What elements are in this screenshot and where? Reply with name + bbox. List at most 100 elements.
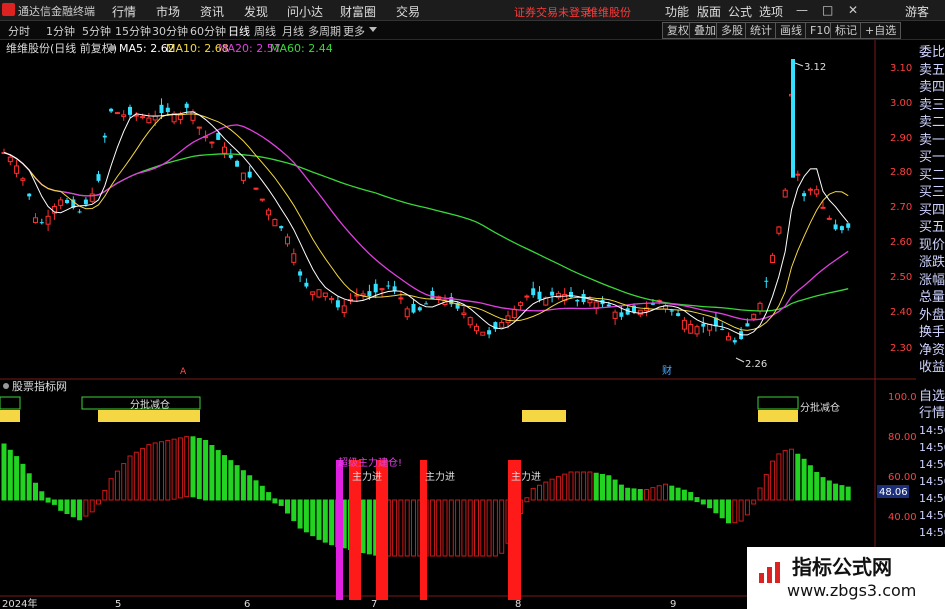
period-5min[interactable]: 5分钟 bbox=[82, 23, 111, 39]
quote-panel-item[interactable]: 买四 bbox=[919, 202, 945, 219]
indicator-bar-red bbox=[83, 499, 89, 517]
period-60min[interactable]: 60分钟 bbox=[190, 23, 226, 39]
x-label: 5 bbox=[115, 599, 121, 609]
indicator-bar-red bbox=[782, 450, 788, 501]
quote-panel-item[interactable]: 卖三 bbox=[919, 97, 945, 114]
candle-body bbox=[304, 282, 309, 287]
y-tick: 2.80 bbox=[890, 167, 912, 178]
watch-panel-item[interactable]: 14:50 bbox=[919, 490, 945, 507]
y-tick: 2.60 bbox=[890, 237, 912, 248]
indicator-bar-green bbox=[807, 465, 813, 501]
quote-panel-item[interactable]: 净资 bbox=[919, 342, 945, 359]
candle-body bbox=[791, 59, 795, 178]
candle-body bbox=[411, 304, 416, 313]
indicator-bar-red bbox=[429, 499, 435, 557]
quote-panel-item[interactable]: 委比 bbox=[919, 44, 945, 61]
watch-panel-item[interactable]: 行情 bbox=[919, 405, 945, 422]
mark-button[interactable]: 标记 bbox=[830, 22, 862, 39]
candle-body bbox=[820, 206, 826, 209]
menu-zixun[interactable]: 资讯 bbox=[200, 3, 224, 20]
quote-panel-item[interactable]: 卖五 bbox=[919, 62, 945, 79]
candle-body bbox=[235, 160, 240, 167]
period-fenshi[interactable]: 分时 bbox=[8, 23, 30, 39]
period-weekly[interactable]: 周线 bbox=[254, 23, 276, 39]
quote-panel-item[interactable]: 涨跌 bbox=[919, 254, 945, 271]
quote-panel-item[interactable]: 卖一 bbox=[919, 132, 945, 149]
indicator-bar-green bbox=[228, 460, 234, 501]
quote-panel-item[interactable]: 总量 bbox=[919, 289, 945, 306]
watch-panel-item[interactable]: 14:50 bbox=[919, 422, 945, 439]
period-30min[interactable]: 30分钟 bbox=[152, 23, 188, 39]
candle-body bbox=[424, 303, 429, 305]
quote-panel-item[interactable]: 现价 bbox=[919, 237, 945, 254]
menu-banmian[interactable]: 版面 bbox=[697, 3, 721, 20]
indicator-bar-green bbox=[612, 479, 618, 501]
watch-panel-item[interactable]: 14:50 bbox=[919, 456, 945, 473]
quote-panel-item[interactable]: 换手 bbox=[919, 324, 945, 341]
quote-panel-item[interactable]: 外盘 bbox=[919, 307, 945, 324]
reduce-label-2: 分批减仓 bbox=[800, 401, 840, 414]
menu-caifuquan[interactable]: 财富圈 bbox=[340, 3, 376, 20]
period-15min[interactable]: 15分钟 bbox=[115, 23, 151, 39]
menu-jiaoyi[interactable]: 交易 bbox=[396, 3, 420, 20]
watch-panel-item[interactable]: 自选 bbox=[919, 388, 945, 405]
candle-body bbox=[128, 106, 132, 115]
indicator-bar-red bbox=[96, 499, 101, 505]
menu-gongneng[interactable]: 功能 bbox=[665, 3, 689, 20]
menu-wenxiaoda[interactable]: 问小达 bbox=[287, 3, 323, 20]
quote-panel-item[interactable]: 卖四 bbox=[919, 79, 945, 96]
add-watchlist-button[interactable]: +自选 bbox=[860, 22, 902, 39]
draw-line-button[interactable]: 画线 bbox=[775, 22, 807, 39]
y-tick: 2.40 bbox=[890, 307, 912, 318]
candle-body bbox=[518, 302, 524, 306]
maximize-button[interactable]: □ bbox=[822, 3, 833, 17]
quote-panel-item[interactable]: 买一 bbox=[919, 149, 945, 166]
legend-settings-icon[interactable] bbox=[109, 45, 115, 51]
period-1min[interactable]: 1分钟 bbox=[46, 23, 75, 39]
candle-body bbox=[335, 300, 340, 308]
quote-panel-item[interactable]: 买二 bbox=[919, 167, 945, 184]
candle-body bbox=[240, 172, 246, 181]
watch-panel-item[interactable]: 14:50 bbox=[919, 439, 945, 456]
watch-panel-item[interactable]: 14:50 bbox=[919, 507, 945, 524]
finance-marker[interactable]: 财 bbox=[662, 364, 672, 377]
a-marker[interactable]: A bbox=[180, 367, 187, 377]
statistics-button[interactable]: 统计 bbox=[745, 22, 777, 39]
period-daily[interactable]: 日线 bbox=[228, 23, 250, 39]
login-notice-link[interactable]: 证券交易未登录 bbox=[514, 4, 591, 20]
indicator-bar-red bbox=[568, 471, 574, 501]
watch-panel-item[interactable]: 14:50 bbox=[919, 524, 945, 541]
candle-body bbox=[487, 330, 492, 335]
menu-hangqing[interactable]: 行情 bbox=[112, 3, 136, 20]
indicator-bar-green bbox=[845, 486, 851, 501]
chart-area[interactable]: 维维股份(日线 前复权) MA5: 2.62 MA10: 2.68 MA20: … bbox=[0, 40, 916, 609]
menu-gongshi[interactable]: 公式 bbox=[728, 3, 752, 20]
quote-panel-item[interactable]: 买三 bbox=[919, 184, 945, 201]
menu-shichang[interactable]: 市场 bbox=[156, 3, 180, 20]
quote-panel-item[interactable]: 涨幅 bbox=[919, 272, 945, 289]
candle-body bbox=[757, 302, 763, 312]
period-monthly[interactable]: 月线 bbox=[282, 23, 304, 39]
period-more[interactable]: 更多 bbox=[343, 23, 365, 39]
x-label: 2024年 bbox=[2, 597, 37, 609]
quote-panel-item[interactable]: 买五 bbox=[919, 219, 945, 236]
candle-body bbox=[461, 312, 467, 315]
candle-body bbox=[58, 199, 64, 206]
minimize-button[interactable]: — bbox=[796, 3, 808, 17]
y-tick: 3.10 bbox=[890, 63, 912, 74]
multi-stock-button[interactable]: 多股 bbox=[716, 22, 748, 39]
menu-xuanxiang[interactable]: 选项 bbox=[759, 3, 783, 20]
indicator-bar-green bbox=[707, 499, 713, 509]
stock-name-link[interactable]: 维维股份 bbox=[587, 4, 631, 20]
quote-panel-item[interactable]: 卖二 bbox=[919, 114, 945, 131]
close-button[interactable]: ✕ bbox=[848, 3, 858, 17]
guest-label[interactable]: 游客 bbox=[905, 3, 929, 20]
indicator-bar-green bbox=[303, 499, 309, 533]
candle-body bbox=[802, 193, 807, 197]
menu-faxian[interactable]: 发现 bbox=[244, 3, 268, 20]
more-chevron-down-icon[interactable] bbox=[369, 27, 377, 32]
quote-panel-item[interactable]: 收益 bbox=[919, 359, 945, 376]
watch-panel-item[interactable]: 14:50 bbox=[919, 473, 945, 490]
indicator-settings-icon[interactable] bbox=[3, 383, 9, 389]
period-multi[interactable]: 多周期 bbox=[308, 23, 341, 39]
